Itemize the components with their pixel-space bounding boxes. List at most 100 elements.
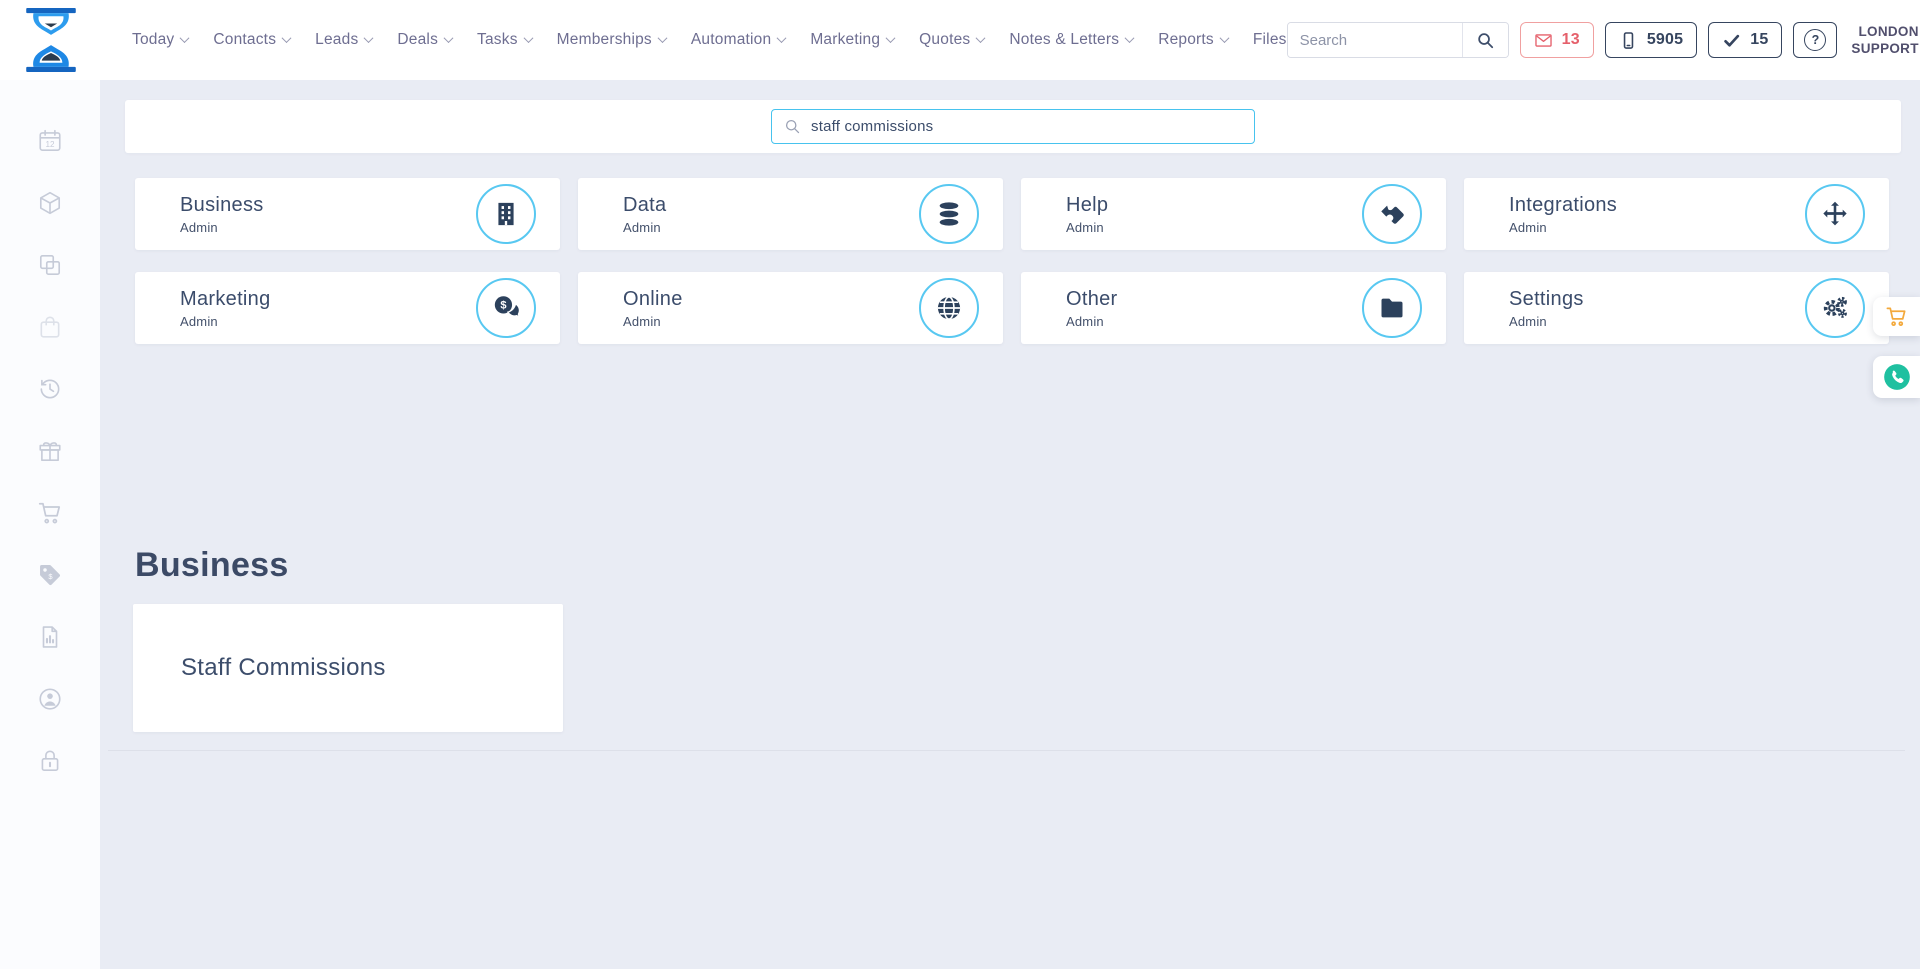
check-icon: [1722, 31, 1741, 50]
card-icon-circle: [919, 278, 979, 338]
svg-text:12: 12: [45, 140, 55, 149]
cart-icon: [37, 500, 63, 526]
search-results: Staff Commissions: [133, 604, 563, 732]
phone-tab[interactable]: [1873, 356, 1920, 398]
nav-item[interactable]: Quotes: [919, 31, 986, 49]
cube-icon: [37, 190, 63, 216]
global-search-input[interactable]: [1287, 23, 1462, 57]
search-result-card[interactable]: Staff Commissions: [133, 604, 563, 732]
nav-item[interactable]: Leads: [315, 31, 374, 49]
sidebar-item[interactable]: [0, 358, 100, 420]
admin-card[interactable]: Data Admin: [578, 178, 1003, 250]
svg-text:$: $: [500, 300, 506, 312]
calendar-icon: 12: [37, 128, 63, 154]
nav-item[interactable]: Marketing: [810, 31, 896, 49]
price-tag-icon: $: [37, 562, 63, 588]
search-icon: [784, 118, 801, 135]
mobile-icon: [1619, 31, 1638, 50]
nav-item[interactable]: Tasks: [477, 31, 534, 49]
handshake-icon: [1378, 200, 1406, 228]
card-icon-circle: $: [476, 278, 536, 338]
module-search-bar: [125, 100, 1901, 153]
nav-item[interactable]: Contacts: [213, 31, 292, 49]
module-search-input[interactable]: [811, 118, 1242, 135]
chevron-down-icon: [443, 32, 454, 43]
sidebar-item[interactable]: [0, 296, 100, 358]
sidebar-item[interactable]: [0, 172, 100, 234]
chevron-down-icon: [776, 32, 787, 43]
cart-icon: [1885, 305, 1908, 328]
cart-tab[interactable]: [1873, 297, 1920, 336]
hourglass-logo-icon: [20, 8, 82, 72]
module-search-box: [771, 109, 1255, 144]
history-icon: [37, 376, 63, 402]
chevron-down-icon: [179, 32, 190, 43]
card-icon-circle: [476, 184, 536, 244]
section-heading: Business: [135, 546, 289, 584]
sidebar-item[interactable]: [0, 606, 100, 668]
account-icon: [37, 686, 63, 712]
nav-item[interactable]: Notes & Letters: [1009, 31, 1135, 49]
tasks-badge[interactable]: 15: [1708, 22, 1783, 58]
report-icon: [37, 624, 63, 650]
folder-icon: [1378, 294, 1406, 322]
card-icon-circle: [1805, 278, 1865, 338]
nav-item[interactable]: Files: [1253, 31, 1287, 49]
admin-card-grid: Business Admin Data Admin Help Admin Int…: [135, 178, 1889, 344]
admin-card[interactable]: Integrations Admin: [1464, 178, 1889, 250]
admin-card[interactable]: Online Admin: [578, 272, 1003, 344]
search-icon: [1476, 31, 1495, 50]
app-logo[interactable]: [20, 8, 82, 72]
user-name: LONDON SUPPORT: [1851, 24, 1919, 56]
calls-badge[interactable]: 5905: [1604, 22, 1698, 58]
lock-icon: [37, 748, 63, 774]
gift-icon: [37, 438, 63, 464]
envelope-icon: [1534, 31, 1553, 50]
admin-card[interactable]: Other Admin: [1021, 272, 1446, 344]
chevron-down-icon: [281, 32, 292, 43]
admin-card[interactable]: Settings Admin: [1464, 272, 1889, 344]
gears-icon: [1821, 294, 1849, 322]
nav-item[interactable]: Memberships: [557, 31, 668, 49]
comments-dollar-icon: $: [492, 294, 520, 322]
nav-item[interactable]: Automation: [691, 31, 787, 49]
chevron-down-icon: [885, 32, 896, 43]
sidebar-item[interactable]: [0, 482, 100, 544]
sidebar-item[interactable]: [0, 420, 100, 482]
phone-icon: [1883, 363, 1911, 391]
global-search: [1286, 22, 1509, 58]
admin-card[interactable]: Marketing Admin $: [135, 272, 560, 344]
shopping-bag-icon: [37, 314, 63, 340]
card-icon-circle: [1362, 184, 1422, 244]
nav-item[interactable]: Today: [132, 31, 190, 49]
top-bar: Today Contacts Leads Deals Tasks Members…: [0, 0, 1920, 80]
admin-card[interactable]: Help Admin: [1021, 178, 1446, 250]
sidebar-item[interactable]: [0, 234, 100, 296]
sidebar: 12 $: [0, 80, 100, 969]
chevron-down-icon: [975, 32, 986, 43]
chevron-down-icon: [657, 32, 668, 43]
search-submit-button[interactable]: [1461, 23, 1508, 57]
nav-item[interactable]: Reports: [1158, 31, 1230, 49]
top-right-controls: 13 5905 15 ? LONDON SUPPORT: [1286, 17, 1920, 63]
globe-icon: [935, 294, 963, 322]
sidebar-item[interactable]: $: [0, 544, 100, 606]
card-icon-circle: [919, 184, 979, 244]
sidebar-item[interactable]: 12: [0, 110, 100, 172]
card-icon-circle: [1805, 184, 1865, 244]
building-icon: [492, 200, 520, 228]
chevron-down-icon: [363, 32, 374, 43]
move-arrows-icon: [1821, 200, 1849, 228]
section-divider: [108, 750, 1905, 751]
main-nav: Today Contacts Leads Deals Tasks Members…: [132, 31, 1287, 49]
help-button[interactable]: ?: [1793, 22, 1838, 58]
admin-card[interactable]: Business Admin: [135, 178, 560, 250]
sidebar-item[interactable]: [0, 730, 100, 792]
nav-item[interactable]: Deals: [397, 31, 454, 49]
messages-badge[interactable]: 13: [1519, 22, 1594, 58]
card-icon-circle: [1362, 278, 1422, 338]
chevron-down-icon: [1219, 32, 1230, 43]
chevron-down-icon: [1124, 32, 1135, 43]
sidebar-item[interactable]: [0, 668, 100, 730]
badge-group: 13 5905 15: [1519, 22, 1783, 58]
